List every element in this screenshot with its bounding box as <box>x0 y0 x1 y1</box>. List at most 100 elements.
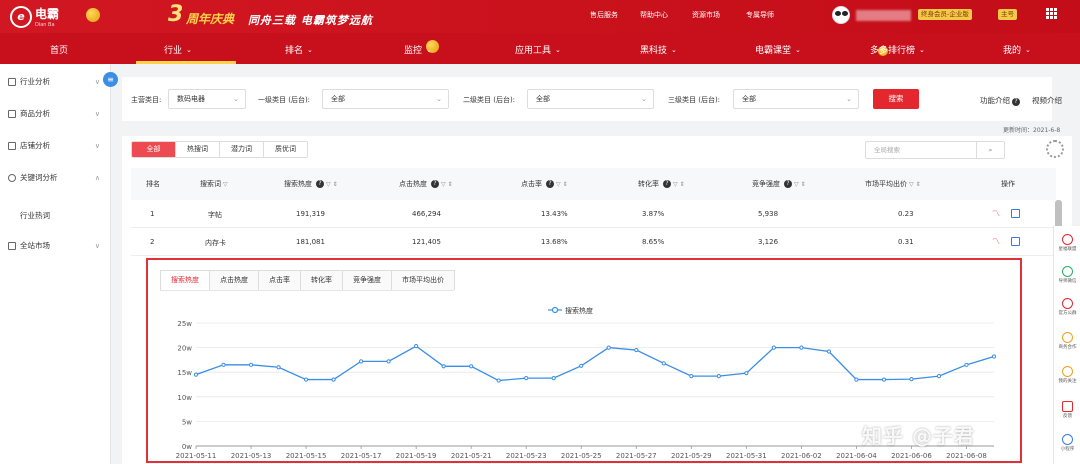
video-intro-link[interactable]: 视频介绍 <box>1032 95 1062 106</box>
account-badge[interactable]: 主号 <box>998 9 1017 20</box>
nav-home[interactable]: 首页 <box>50 43 68 56</box>
sidebar-item-market[interactable]: 全站市场 ∨ <box>8 240 100 251</box>
cell-competition: 5,938 <box>758 210 779 218</box>
rail-label: 导师微信 <box>1058 279 1077 284</box>
filter-icon[interactable]: ▽ <box>909 181 914 188</box>
rail-item-group[interactable]: 官方公群 <box>1054 298 1080 316</box>
feature-intro-label: 功能介绍 <box>980 96 1010 105</box>
tab-potential[interactable]: 潜力词 <box>220 142 264 157</box>
tab-hot[interactable]: 热搜词 <box>176 142 220 157</box>
col-avg-bid[interactable]: 市场平均出价 ▽ ⇕ <box>865 179 921 189</box>
lvl3-select[interactable]: 全部 ⌄ <box>733 89 859 109</box>
chart-tab-avg-bid[interactable]: 市场平均出价 <box>391 270 455 290</box>
table-row[interactable]: 1 字帖 191,319 466,294 13.43% 3.87% 5,938 … <box>131 200 1056 228</box>
chart-tab-ctr[interactable]: 点击率 <box>258 270 301 290</box>
cell-click-heat: 121,405 <box>412 238 441 246</box>
nav-monitor[interactable]: 监控 ⌄ <box>404 43 432 57</box>
col-word[interactable]: 搜索词 ▽ <box>200 179 228 189</box>
avatar[interactable] <box>832 6 850 24</box>
sidebar: 行业分析 ∨ 商品分析 ∨ 店铺分析 ∨ 关键词分析 ∧ 行业热词 全站市场 ∨ <box>0 64 111 464</box>
lvl1-select[interactable]: 全部 ⌄ <box>322 89 449 109</box>
lvl2-select[interactable]: 全部 ⌄ <box>527 89 654 109</box>
sort-icon[interactable]: ⇕ <box>448 181 453 188</box>
data-point <box>909 376 914 382</box>
nav-label: 行业 <box>164 46 183 56</box>
tab-quality[interactable]: 质优词 <box>264 142 307 157</box>
col-search-heat[interactable]: 搜索热度? ▽ ⇕ <box>284 179 338 189</box>
col-ctr[interactable]: 点击率? ▽ ⇕ <box>521 179 568 189</box>
filter-icon[interactable]: ▽ <box>794 181 799 188</box>
col-competition[interactable]: 竞争强度? ▽ ⇕ <box>752 179 806 189</box>
settings-gear-icon[interactable] <box>1046 140 1064 158</box>
link-tutor[interactable]: 专属导师 <box>746 10 774 20</box>
nav-label: 黑科技 <box>640 46 668 56</box>
menu-collapse-icon[interactable]: ≡ <box>103 72 118 87</box>
sidebar-item-industry[interactable]: 行业分析 ∨ <box>8 76 100 87</box>
sort-icon[interactable]: ⇕ <box>680 181 685 188</box>
nav-classroom[interactable]: 电霸课堂 ⌄ <box>755 43 801 57</box>
link-after-sales[interactable]: 售后服务 <box>590 10 618 20</box>
filter-icon[interactable]: ▽ <box>556 181 561 188</box>
search-icon[interactable]: ⌕ <box>976 142 1004 158</box>
data-point <box>414 344 419 349</box>
chart-tab-click-heat[interactable]: 点击热度 <box>209 270 259 290</box>
rail-item-wechat[interactable]: 导师微信 <box>1054 266 1080 284</box>
rail-item-follow[interactable]: 我的关注 <box>1054 366 1080 384</box>
chart-tab-search-heat[interactable]: 搜索热度 <box>160 270 210 290</box>
sidebar-item-product[interactable]: 商品分析 ∨ <box>8 108 100 119</box>
col-rank: 排名 <box>146 180 160 188</box>
global-search-input[interactable]: 全局搜索 ⌕ <box>865 141 1005 159</box>
chart-tab-competition[interactable]: 竞争强度 <box>342 270 392 290</box>
sort-icon[interactable]: ⇕ <box>801 181 806 188</box>
feature-intro-link[interactable]: 功能介绍? <box>980 95 1020 106</box>
trend-chart-icon[interactable]: 〽 <box>992 209 1001 218</box>
data-point <box>579 363 584 368</box>
rail-item-alliance[interactable]: 星福联盟 <box>1054 234 1080 252</box>
edit-icon <box>1062 401 1073 412</box>
link-resource-market[interactable]: 资源市场 <box>692 10 720 20</box>
chart-tab-cvr[interactable]: 转化率 <box>300 270 343 290</box>
filter-icon[interactable]: ▽ <box>441 181 446 188</box>
y-tick-label: 15w <box>177 369 192 377</box>
search-button[interactable]: 搜索 <box>873 89 919 109</box>
sidebar-item-store[interactable]: 店铺分析 ∨ <box>8 140 100 151</box>
col-cvr[interactable]: 转化率? ▽ ⇕ <box>638 179 685 189</box>
x-tick-label: 2021-05-29 <box>671 452 712 460</box>
sort-icon[interactable]: ⇕ <box>563 181 568 188</box>
col-click-heat[interactable]: 点击热度? ▽ ⇕ <box>399 179 453 189</box>
data-point <box>634 347 639 353</box>
logo[interactable]: e 电霸 Dian Ba <box>10 5 59 28</box>
nav-mine[interactable]: 我的 ⌄ <box>1003 43 1031 57</box>
nav-industry[interactable]: 行业 ⌄ <box>164 43 192 57</box>
right-rail: 星福联盟 导师微信 官方公群 商务合作 我的关注 反馈 小程序 <box>1053 226 1080 464</box>
nav-tools[interactable]: 应用工具 ⌄ <box>515 43 561 57</box>
rail-label: 小程序 <box>1060 447 1075 452</box>
sort-icon[interactable]: ⇕ <box>333 181 338 188</box>
sidebar-item-keyword[interactable]: 关键词分析 ∧ <box>8 172 100 183</box>
rail-item-feedback[interactable]: 反馈 <box>1054 401 1080 419</box>
document-icon[interactable] <box>1011 237 1020 246</box>
document-icon[interactable] <box>1011 209 1020 218</box>
table-row[interactable]: 2 内存卡 181,081 121,405 13.68% 8.65% 3,126… <box>131 228 1056 256</box>
link-help-center[interactable]: 帮助中心 <box>640 10 668 20</box>
rail-item-business[interactable]: 商务合作 <box>1054 332 1080 350</box>
data-point <box>881 377 887 382</box>
sort-icon[interactable]: ⇕ <box>916 181 921 188</box>
filter-icon[interactable]: ▽ <box>223 181 228 188</box>
nav-tech[interactable]: 黑科技 ⌄ <box>640 43 677 57</box>
chevron-down-icon: ⌄ <box>426 45 432 54</box>
filter-icon[interactable]: ▽ <box>673 181 678 188</box>
rail-item-miniprogram[interactable]: 小程序 <box>1054 434 1080 452</box>
nav-ranking-list[interactable]: 多多排行榜 ⌄ <box>870 43 925 57</box>
x-tick-label: 2021-05-19 <box>396 452 437 460</box>
sidebar-subitem-hot-words[interactable]: 行业热词 <box>20 210 50 221</box>
col-label: 转化率 <box>638 180 659 188</box>
main-category-label: 主营类目: <box>131 96 162 104</box>
trend-chart-icon[interactable]: 〽 <box>992 237 1001 246</box>
nav-ranking[interactable]: 排名 ⌄ <box>285 43 313 57</box>
x-tick-label: 2021-05-25 <box>561 452 602 460</box>
apps-grid-icon[interactable] <box>1046 8 1057 19</box>
filter-icon[interactable]: ▽ <box>326 181 331 188</box>
tab-all[interactable]: 全部 <box>132 142 176 157</box>
main-category-select[interactable]: 数码电器 ⌄ <box>168 89 246 109</box>
